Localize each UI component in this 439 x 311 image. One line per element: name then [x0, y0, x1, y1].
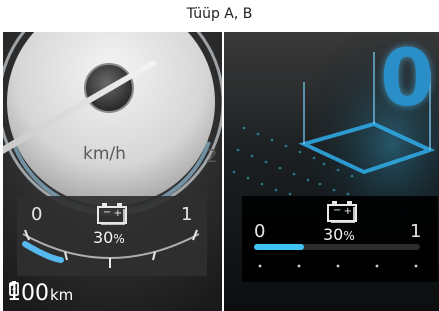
battery-icon: − +	[97, 203, 127, 224]
battery-icon-b: − +	[327, 201, 357, 222]
big-display-digit: 0	[380, 34, 435, 124]
soc-min-label: 0	[31, 204, 43, 225]
soc-percent: 30%	[93, 228, 125, 247]
cluster-panel-type-a: km/h 2 0 1 − + 30% 100 km	[3, 32, 222, 311]
soc-bar-fill	[254, 244, 304, 250]
speed-unit-label: km/h	[83, 144, 126, 164]
driving-range: 100 km	[7, 281, 73, 306]
range-unit: km	[50, 286, 74, 304]
soc-max-label: 1	[181, 204, 193, 225]
speed-tick-label: 2	[206, 146, 218, 167]
soc-percent-b: 30%	[323, 225, 355, 244]
cluster-a-background	[3, 32, 222, 311]
soc-min-label-b: 0	[254, 221, 266, 242]
ev-plug-icon	[9, 281, 19, 300]
soc-max-label-b: 1	[410, 221, 422, 242]
cluster-panel-type-b: 0 0 1 − + 30%	[224, 32, 439, 311]
figure-caption: Tüüp A, B	[186, 6, 253, 22]
